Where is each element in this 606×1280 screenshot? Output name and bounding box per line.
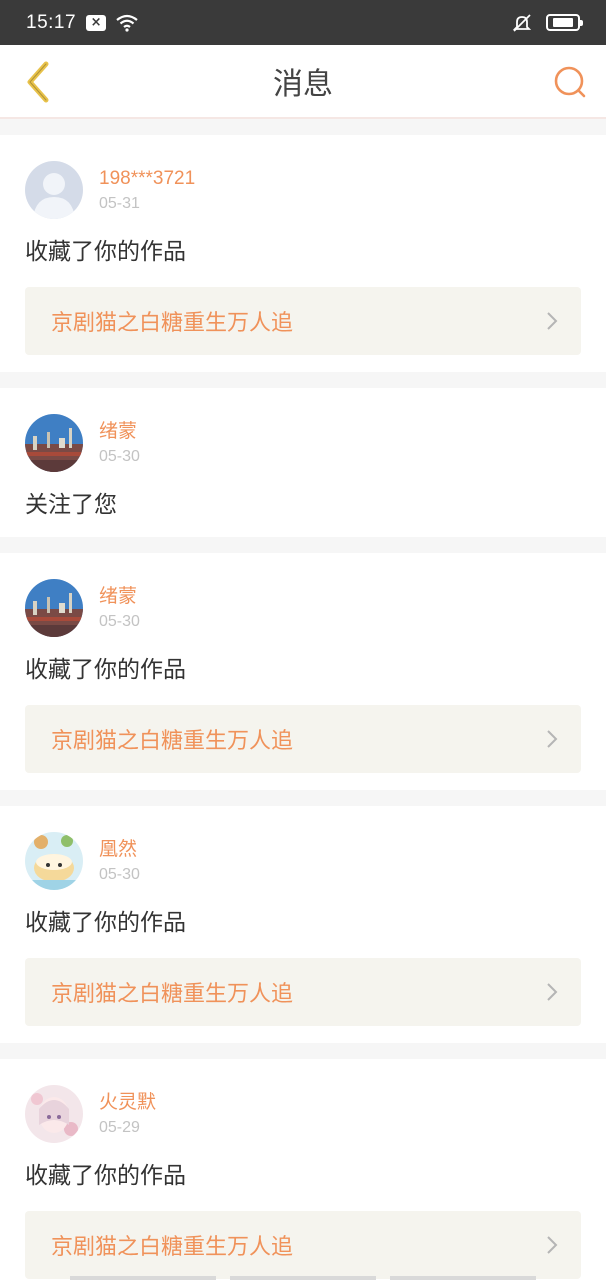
work-link[interactable]: 京剧猫之白糖重生万人追 (25, 958, 581, 1026)
back-button[interactable] (14, 59, 60, 105)
message-date: 05-30 (99, 866, 140, 883)
message-list: 198***3721 05-31 收藏了你的作品 京剧猫之白糖重生万人追 绪蒙 … (0, 135, 606, 1280)
card-header: 凰然 05-30 (25, 832, 581, 890)
default-avatar-icon[interactable] (25, 161, 83, 219)
action-text: 收藏了你的作品 (25, 910, 186, 936)
card-header: 198***3721 05-31 (25, 161, 581, 219)
action-text: 收藏了你的作品 (25, 1163, 186, 1189)
wifi-icon (116, 14, 138, 32)
chevron-right-icon (547, 730, 558, 748)
status-left: 15:17 × (26, 12, 138, 34)
chevron-right-icon (547, 1236, 558, 1254)
status-right (512, 13, 583, 33)
message-date: 05-30 (99, 613, 140, 630)
username[interactable]: 凰然 (99, 838, 140, 862)
battery-fill (553, 18, 573, 27)
work-link[interactable]: 京剧猫之白糖重生万人追 (25, 287, 581, 355)
page-title: 消息 (273, 68, 333, 101)
close-badge-icon: × (86, 14, 107, 31)
message-card[interactable]: 绪蒙 05-30 关注了您 (0, 388, 606, 537)
battery-icon (546, 14, 583, 31)
message-card[interactable]: 绪蒙 05-30 收藏了你的作品 京剧猫之白糖重生万人追 (0, 553, 606, 790)
action-text: 关注了您 (25, 492, 117, 518)
message-card[interactable]: 198***3721 05-31 收藏了你的作品 京剧猫之白糖重生万人追 (0, 135, 606, 372)
work-link[interactable]: 京剧猫之白糖重生万人追 (25, 1211, 581, 1279)
chevron-right-icon (547, 983, 558, 1001)
username[interactable]: 绪蒙 (99, 585, 140, 609)
chevron-right-icon (547, 312, 558, 330)
bottom-tab-hint (70, 1276, 536, 1280)
search-button[interactable] (548, 60, 592, 104)
back-chevron-icon (27, 61, 49, 103)
tab-hint-segment (390, 1276, 536, 1280)
search-icon (554, 66, 586, 98)
action-text: 收藏了你的作品 (25, 239, 186, 265)
username[interactable]: 198***3721 (99, 167, 195, 191)
message-date: 05-30 (99, 448, 140, 465)
message-date: 05-31 (99, 195, 140, 212)
nav-bar: 消息 (0, 45, 606, 119)
card-header: 绪蒙 05-30 (25, 579, 581, 637)
username[interactable]: 绪蒙 (99, 420, 140, 444)
message-date: 05-29 (99, 1119, 140, 1136)
user-meta: 绪蒙 05-30 (99, 420, 140, 466)
work-link[interactable]: 京剧猫之白糖重生万人追 (25, 705, 581, 773)
user-meta: 凰然 05-30 (99, 838, 140, 884)
status-time: 15:17 (26, 11, 77, 33)
user-meta: 198***3721 05-31 (99, 167, 195, 213)
user-meta: 绪蒙 05-30 (99, 585, 140, 631)
tab-hint-segment (70, 1276, 216, 1280)
status-bar: 15:17 × (0, 0, 606, 45)
action-text: 收藏了你的作品 (25, 657, 186, 683)
city-avatar[interactable] (25, 414, 83, 472)
tab-hint-segment (230, 1276, 376, 1280)
message-card[interactable]: 凰然 05-30 收藏了你的作品 京剧猫之白糖重生万人追 (0, 806, 606, 1043)
mute-bell-icon (512, 13, 532, 33)
city-avatar[interactable] (25, 579, 83, 637)
work-title: 京剧猫之白糖重生万人追 (51, 729, 294, 754)
card-header: 火灵默 05-29 (25, 1085, 581, 1143)
work-title: 京剧猫之白糖重生万人追 (51, 982, 294, 1007)
message-card[interactable]: 火灵默 05-29 收藏了你的作品 京剧猫之白糖重生万人追 (0, 1059, 606, 1280)
work-title: 京剧猫之白糖重生万人追 (51, 311, 294, 336)
work-title: 京剧猫之白糖重生万人追 (51, 1235, 294, 1260)
anime-girl-avatar[interactable] (25, 1085, 83, 1143)
card-header: 绪蒙 05-30 (25, 414, 581, 472)
username[interactable]: 火灵默 (99, 1091, 156, 1115)
cake-avatar[interactable] (25, 832, 83, 890)
user-meta: 火灵默 05-29 (99, 1091, 156, 1137)
